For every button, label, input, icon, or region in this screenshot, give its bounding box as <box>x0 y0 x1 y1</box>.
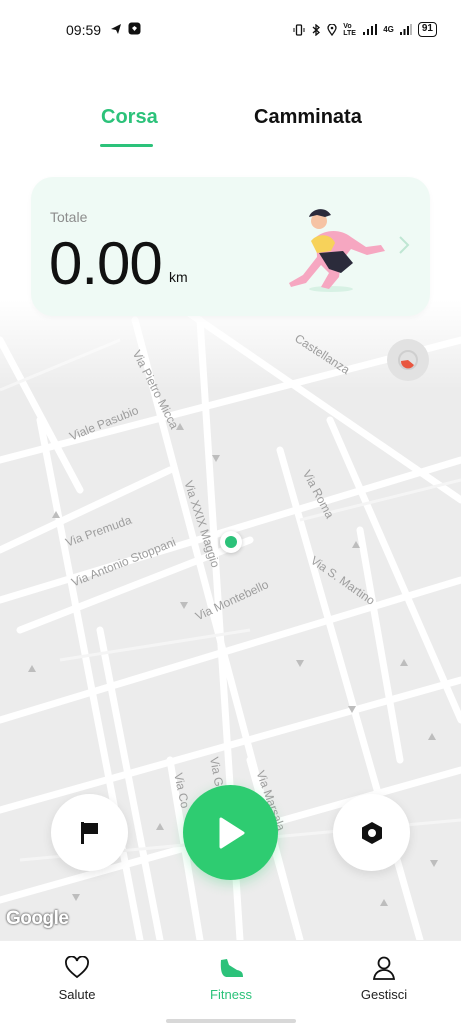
shoe-icon <box>220 959 243 977</box>
activity-tabs: Corsa Camminata <box>0 96 461 156</box>
status-left-icons <box>110 22 141 35</box>
current-location-marker <box>220 531 242 553</box>
signal-icon <box>363 24 378 35</box>
location-icon <box>327 23 337 36</box>
nav-label-salute: Salute <box>58 987 96 1002</box>
flag-icon <box>80 821 98 844</box>
workout-settings-button[interactable] <box>333 794 410 871</box>
distance-summary-card[interactable]: Totale 0.00 km <box>31 177 430 316</box>
hexagon-settings-icon <box>361 821 382 844</box>
status-time: 09:59 <box>66 22 102 38</box>
home-indicator[interactable] <box>166 1019 296 1023</box>
compass-icon <box>398 350 418 370</box>
tab-corsa[interactable]: Corsa <box>101 106 158 129</box>
summary-label: Totale <box>50 209 88 225</box>
distance-value: 0.00 <box>49 230 163 297</box>
volte-label: Vo LTE <box>343 22 356 37</box>
battery-indicator: 91 <box>417 22 437 37</box>
start-workout-button[interactable] <box>183 785 278 880</box>
network-type-label: 4G <box>383 25 394 34</box>
vibrate-icon <box>293 23 305 36</box>
bottom-navigation: Salute Fitness Gestisci <box>0 940 461 1024</box>
tab-camminata[interactable]: Camminata <box>254 106 362 129</box>
nav-label-gestisci: Gestisci <box>360 987 408 1002</box>
nav-item-fitness[interactable]: Fitness <box>181 955 281 1002</box>
heart-icon <box>65 956 89 979</box>
nav-item-salute[interactable]: Salute <box>27 955 127 1002</box>
nav-item-gestisci[interactable]: Gestisci <box>334 955 434 1002</box>
active-tab-indicator <box>100 144 153 147</box>
notification-app-icon <box>128 22 141 35</box>
bluetooth-icon <box>312 23 321 36</box>
status-bar: 09:59 Vo LTE 4G 91 <box>0 0 461 60</box>
distance-unit: km <box>169 269 188 285</box>
play-icon <box>219 817 244 848</box>
signal-2-icon <box>399 24 412 35</box>
telegram-icon <box>111 23 121 34</box>
nav-label-fitness: Fitness <box>210 987 252 1002</box>
compass-button[interactable] <box>387 339 429 381</box>
runner-illustration <box>289 209 385 292</box>
current-location-dot <box>225 536 237 548</box>
goal-button[interactable] <box>51 794 128 871</box>
person-icon <box>372 956 396 980</box>
status-right-icons: Vo LTE 4G 91 <box>293 22 437 37</box>
chevron-right-icon <box>399 236 410 254</box>
google-logo[interactable]: Google <box>6 908 69 930</box>
